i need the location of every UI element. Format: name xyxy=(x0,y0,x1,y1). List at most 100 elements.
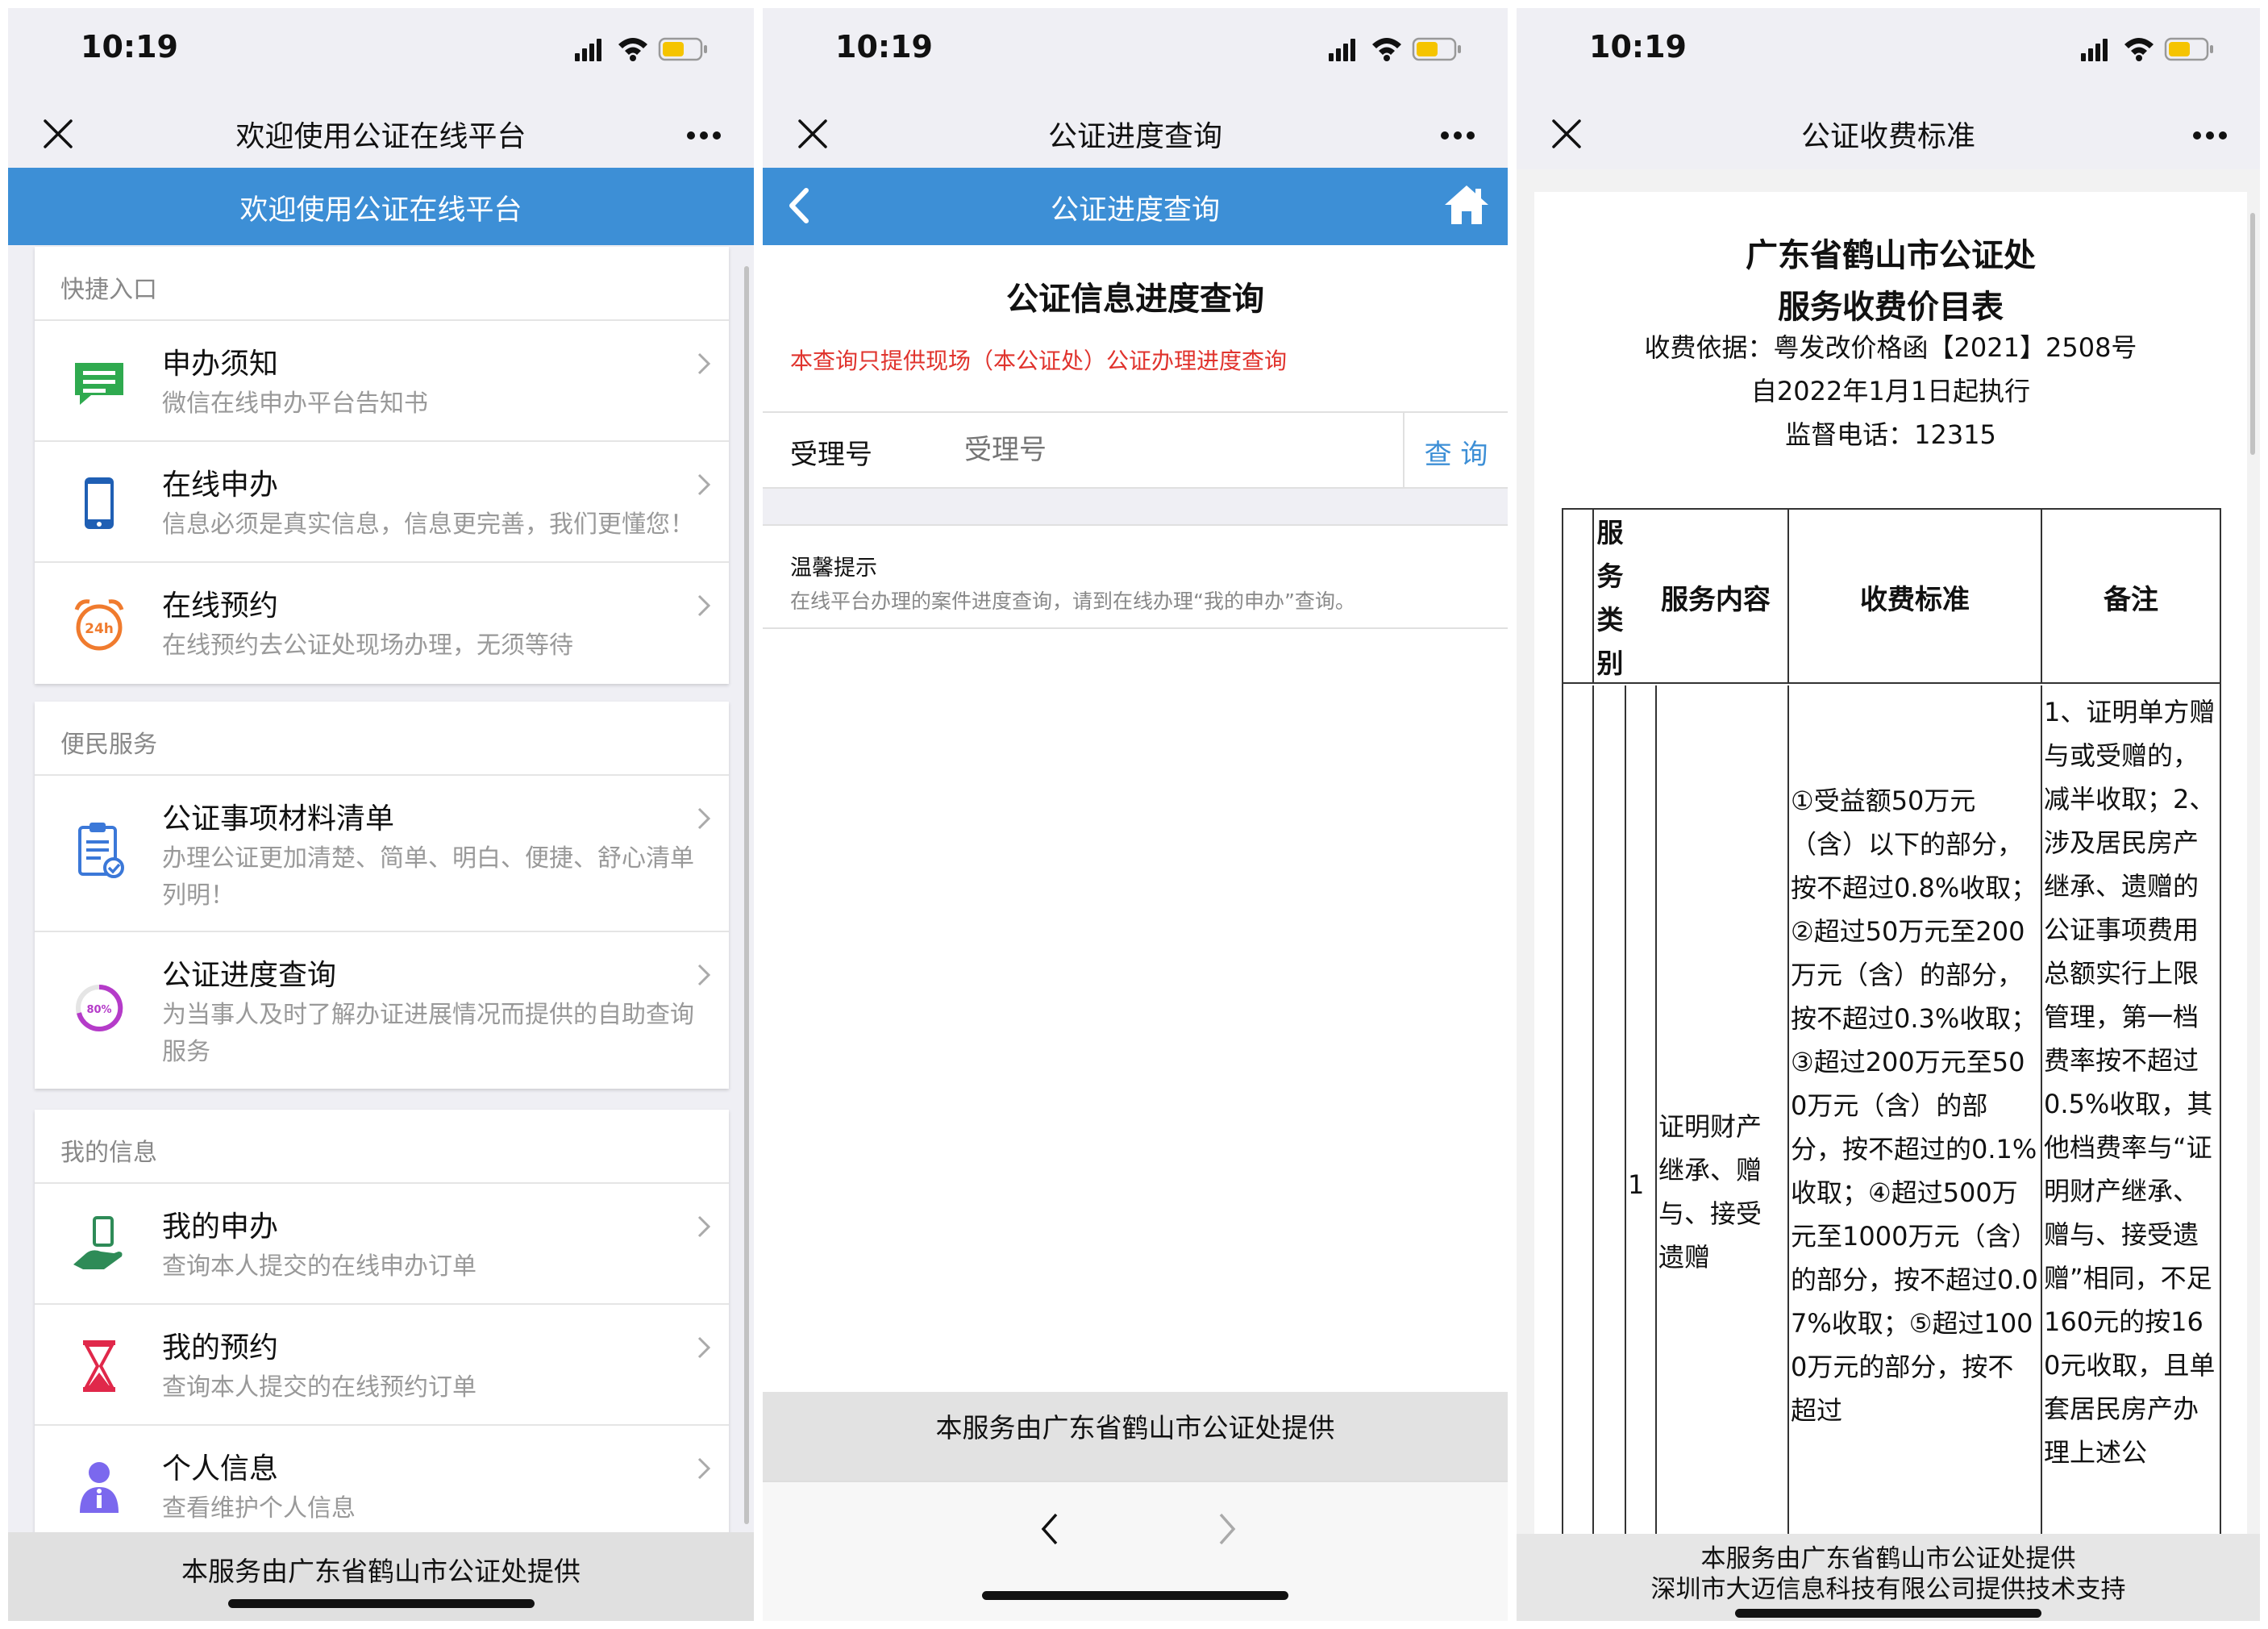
chevron-right-icon xyxy=(697,1215,710,1238)
clock-icon-text: 24h xyxy=(85,621,114,637)
hourglass-icon xyxy=(83,1340,115,1392)
menu-item-online-apply[interactable]: 在线申办 信息必须是真实信息，信息更完善，我们更懂您！ xyxy=(35,442,729,563)
header-service-content: 服务内容 xyxy=(1661,584,1771,616)
tip-text: 在线平台办理的案件进度查询，请到在线办理“我的申办”查询。 xyxy=(790,590,1355,613)
remarks: 1、证明单方赠与或受赠的，减半收取；2、涉及居民房产继承、遗赠的公证事项费用总额… xyxy=(2044,697,2216,1468)
home-icon[interactable] xyxy=(1443,184,1490,226)
hand-phone-icon xyxy=(73,1216,123,1269)
footer: 本服务由广东省鹤山市公证处提供 深圳市大迈信息科技有限公司提供技术支持 xyxy=(1517,1534,2260,1621)
alarm-clock-icon: 24h xyxy=(74,599,124,651)
tip-title: 温馨提示 xyxy=(790,556,877,581)
banner: 欢迎使用公证在线平台 xyxy=(8,168,754,245)
message-icon xyxy=(75,363,123,405)
query-form: 受理号 查 询 xyxy=(763,411,1508,489)
home-indicator[interactable] xyxy=(227,1599,535,1608)
menu-item-personal-info[interactable]: 个人信息 查看维护个人信息 xyxy=(35,1426,729,1547)
fee-standard: ①受益额50万元（含）以下的部分，按不超过0.8%收取；②超过50万元至200万… xyxy=(1791,785,2038,1426)
status-time: 10:19 xyxy=(835,29,933,65)
footer-text: 本服务由广东省鹤山市公证处提供 xyxy=(181,1556,581,1587)
browser-toolbar xyxy=(763,1481,1508,1621)
browser-back-icon[interactable] xyxy=(1040,1511,1059,1547)
menu-item-online-booking[interactable]: 24h 在线预约 在线预约去公证处现场办理，无须等待 xyxy=(35,563,729,684)
browser-forward-icon[interactable] xyxy=(1217,1511,1237,1547)
progress-icon-text: 80% xyxy=(86,1004,111,1016)
section-header: 便民服务 xyxy=(35,702,729,776)
banner-title: 公证进度查询 xyxy=(1050,194,1220,227)
progress-icon: 80% xyxy=(76,984,123,1031)
status-bar: 10:19 xyxy=(8,8,754,97)
scrollbar[interactable] xyxy=(2250,213,2255,455)
more-icon[interactable] xyxy=(686,131,722,140)
nav-title: 公证收费标准 xyxy=(1800,120,1975,153)
tip-box: 温馨提示 在线平台办理的案件进度查询，请到在线办理“我的申办”查询。 xyxy=(763,524,1508,629)
item-subtitle: 查看维护个人信息 xyxy=(162,1494,356,1523)
document: 广东省鹤山市公证处 服务收费价目表 收费依据：粤发改价格函【2021】2508号… xyxy=(1534,192,2247,1589)
menu-item-materials-list[interactable]: 公证事项材料清单 办理公证更加清楚、简单、明白、便捷、舒心清单列明！ xyxy=(35,776,729,932)
doc-subtitle: 服务收费价目表 xyxy=(1778,289,2004,326)
query-button[interactable]: 查 询 xyxy=(1404,432,1508,472)
chevron-right-icon xyxy=(697,473,710,496)
query-header: 公证信息进度查询 本查询只提供现场（本公证处）公证办理进度查询 xyxy=(763,245,1508,411)
banner-title: 欢迎使用公证在线平台 xyxy=(239,194,522,227)
item-title: 公证事项材料清单 xyxy=(162,802,395,835)
section-quick-entry: 快捷入口 申办须知 微信在线申办平台告知书 在线申办 信息必须是真实信息，信息更… xyxy=(35,247,729,684)
case-number-input[interactable] xyxy=(964,424,1303,476)
menu-item-notice[interactable]: 申办须知 微信在线申办平台告知书 xyxy=(35,321,729,442)
header-remarks: 备注 xyxy=(2104,584,2158,616)
panel-home: 10:19 欢迎使用公证在线平台 欢迎使用公证在线平台 快捷入口 申办须知 微信… xyxy=(8,8,754,1621)
field-label: 受理号 xyxy=(790,439,872,471)
row-number: 1 xyxy=(1628,1169,1645,1200)
nav-title: 公证进度查询 xyxy=(1047,120,1222,153)
doc-title: 广东省鹤山市公证处 xyxy=(1746,237,2036,274)
col-line xyxy=(1655,685,1657,1589)
item-title: 在线预约 xyxy=(162,590,279,623)
panel-progress-query: 10:19 公证进度查询 公证进度查询 公证信息进度查询 本查询只提供现场（本公… xyxy=(763,8,1508,1621)
chevron-right-icon xyxy=(697,1336,710,1359)
effective-date: 自2022年1月1日起执行 xyxy=(1750,376,2031,406)
item-title: 个人信息 xyxy=(162,1452,279,1485)
section-header: 快捷入口 xyxy=(35,247,729,321)
item-subtitle: 办理公证更加清楚、简单、明白、便捷、舒心清单列明！ xyxy=(162,844,694,910)
section-my-info: 我的信息 我的申办 查询本人提交的在线申办订单 我的预约 查询本人提交的在线预约… xyxy=(35,1110,729,1547)
home-indicator[interactable] xyxy=(1735,1609,2041,1618)
item-title: 在线申办 xyxy=(162,469,279,502)
status-bar: 10:19 xyxy=(1517,8,2260,97)
item-subtitle: 信息必须是真实信息，信息更完善，我们更懂您！ xyxy=(162,510,694,539)
status-time: 10:19 xyxy=(1589,29,1687,65)
item-subtitle: 为当事人及时了解办证进展情况而提供的自助查询服务 xyxy=(162,1001,694,1066)
nav-bar: 公证进度查询 xyxy=(763,97,1508,169)
item-title: 我的预约 xyxy=(162,1331,279,1364)
header-fee-standard: 收费标准 xyxy=(1860,584,1970,616)
col-line xyxy=(1625,685,1626,1589)
col-line xyxy=(1592,685,1594,1589)
chevron-right-icon xyxy=(697,352,710,375)
header-service-type: 服务类别 xyxy=(1596,517,1624,679)
home-indicator[interactable] xyxy=(982,1591,1288,1600)
service-content: 证明财产继承、赠与、接受遗赠 xyxy=(1658,1111,1762,1273)
section-header: 我的信息 xyxy=(35,1110,729,1184)
item-subtitle: 查询本人提交的在线预约订单 xyxy=(162,1373,476,1402)
more-icon[interactable] xyxy=(1440,131,1475,140)
clipboard-icon xyxy=(78,823,124,878)
panel-fee-standard: 10:19 公证收费标准 广东省鹤山市公证处 服务收费价目表 收费依据：粤发改价… xyxy=(1517,8,2260,1621)
page-heading: 公证信息进度查询 xyxy=(1006,281,1264,318)
chevron-right-icon xyxy=(697,1457,710,1480)
scrollbar[interactable] xyxy=(744,266,749,1524)
menu-item-progress-query[interactable]: 80% 公证进度查询 为当事人及时了解办证进展情况而提供的自助查询服务 xyxy=(35,932,729,1089)
table-row: 1 证明财产继承、赠与、接受遗赠 ①受益额50万元（含）以下的部分，按不超过0.… xyxy=(1563,685,2220,1589)
status-icons xyxy=(1329,37,1463,61)
chevron-right-icon xyxy=(697,964,710,986)
footer-line-1: 本服务由广东省鹤山市公证处提供 xyxy=(1700,1544,2076,1573)
item-title: 申办须知 xyxy=(162,348,279,381)
more-icon[interactable] xyxy=(2192,131,2228,140)
fee-basis: 收费依据：粤发改价格函【2021】2508号 xyxy=(1644,332,2137,363)
menu-item-my-applications[interactable]: 我的申办 查询本人提交的在线申办订单 xyxy=(35,1184,729,1305)
item-subtitle: 查询本人提交的在线申办订单 xyxy=(162,1252,476,1281)
chevron-right-icon xyxy=(697,594,710,617)
content-area: 公证信息进度查询 本查询只提供现场（本公证处）公证办理进度查询 受理号 查 询 … xyxy=(763,245,1508,1398)
footer-text: 本服务由广东省鹤山市公证处提供 xyxy=(763,1392,1508,1481)
footer-line-2: 深圳市大迈信息科技有限公司提供技术支持 xyxy=(1650,1575,2126,1604)
menu-item-my-bookings[interactable]: 我的预约 查询本人提交的在线预约订单 xyxy=(35,1305,729,1426)
hotline: 监督电话：12315 xyxy=(1785,419,1996,450)
col-line xyxy=(2041,685,2042,1589)
